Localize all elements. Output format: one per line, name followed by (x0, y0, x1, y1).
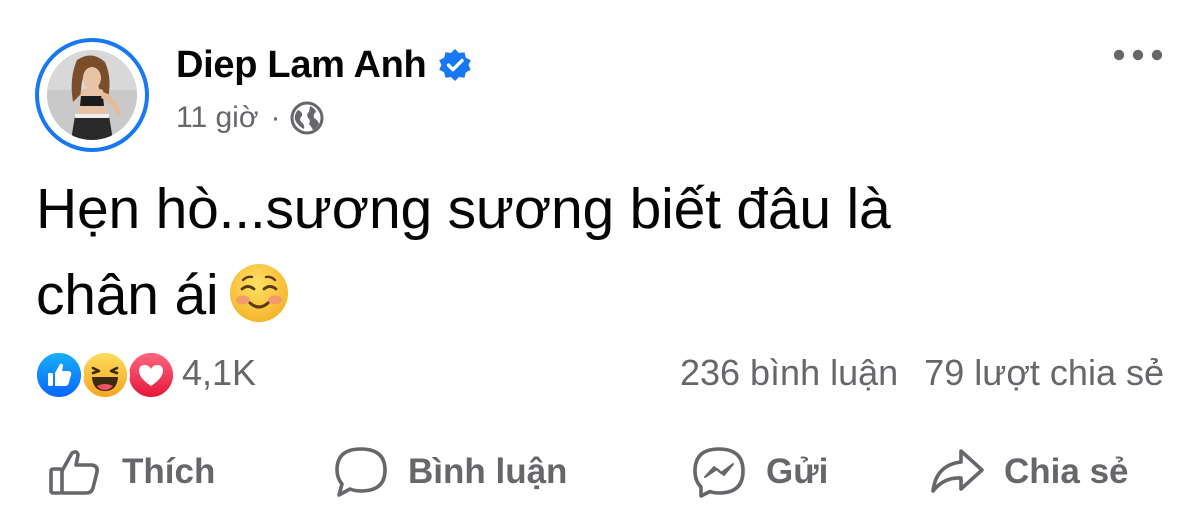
comment-button[interactable]: Bình luận (332, 436, 567, 508)
post-message: Hẹn hò...sương sương biết đâu là chân ái (36, 166, 1156, 338)
smiling-face-emoji-icon (228, 262, 290, 324)
send-label: Gửi (766, 452, 829, 491)
post-stats: 236 bình luận 79 lượt chia sẻ (680, 348, 1164, 398)
share-label: Chia sẻ (1004, 452, 1129, 491)
comment-bubble-icon (335, 447, 387, 497)
post-message-line-2: chân ái (36, 263, 219, 327)
more-dots-icon (1113, 49, 1163, 61)
send-button[interactable]: Gửi (690, 436, 828, 508)
facebook-post: Diep Lam Anh 11 giờ · Hẹn hò...sương sươ… (0, 0, 1200, 515)
post-message-line-2-wrap: chân ái (36, 252, 1156, 338)
love-reaction-icon (126, 350, 176, 400)
action-bar: Thích Bình luận Gửi Chia sẻ (0, 436, 1200, 508)
haha-reaction-icon (80, 350, 130, 400)
comment-count-link[interactable]: 236 bình luận (680, 352, 898, 394)
post-message-line-1: Hẹn hò...sương sương biết đâu là (36, 177, 891, 241)
more-options-button[interactable] (1108, 38, 1168, 72)
share-button[interactable]: Chia sẻ (928, 436, 1129, 508)
reaction-summary[interactable]: 4,1K (34, 346, 256, 400)
like-label: Thích (122, 452, 216, 491)
meta-separator: · (270, 101, 281, 134)
messenger-icon (693, 447, 745, 498)
like-button[interactable]: Thích (46, 436, 215, 508)
globe-icon (289, 100, 325, 136)
share-count-link[interactable]: 79 lượt chia sẻ (924, 352, 1164, 394)
avatar-photo (47, 50, 137, 140)
author-name[interactable]: Diep Lam Anh (176, 44, 427, 87)
comment-label: Bình luận (408, 452, 568, 491)
post-meta: 11 giờ · (176, 98, 325, 138)
avatar[interactable] (35, 38, 149, 152)
thumbs-up-icon (49, 450, 99, 495)
author-header: Diep Lam Anh (176, 40, 472, 90)
post-timestamp[interactable]: 11 giờ (176, 101, 259, 135)
reaction-icons (34, 348, 176, 400)
reaction-count: 4,1K (182, 352, 257, 393)
verified-badge-icon (438, 48, 472, 82)
share-arrow-icon (931, 449, 984, 493)
like-reaction-icon (34, 350, 84, 400)
